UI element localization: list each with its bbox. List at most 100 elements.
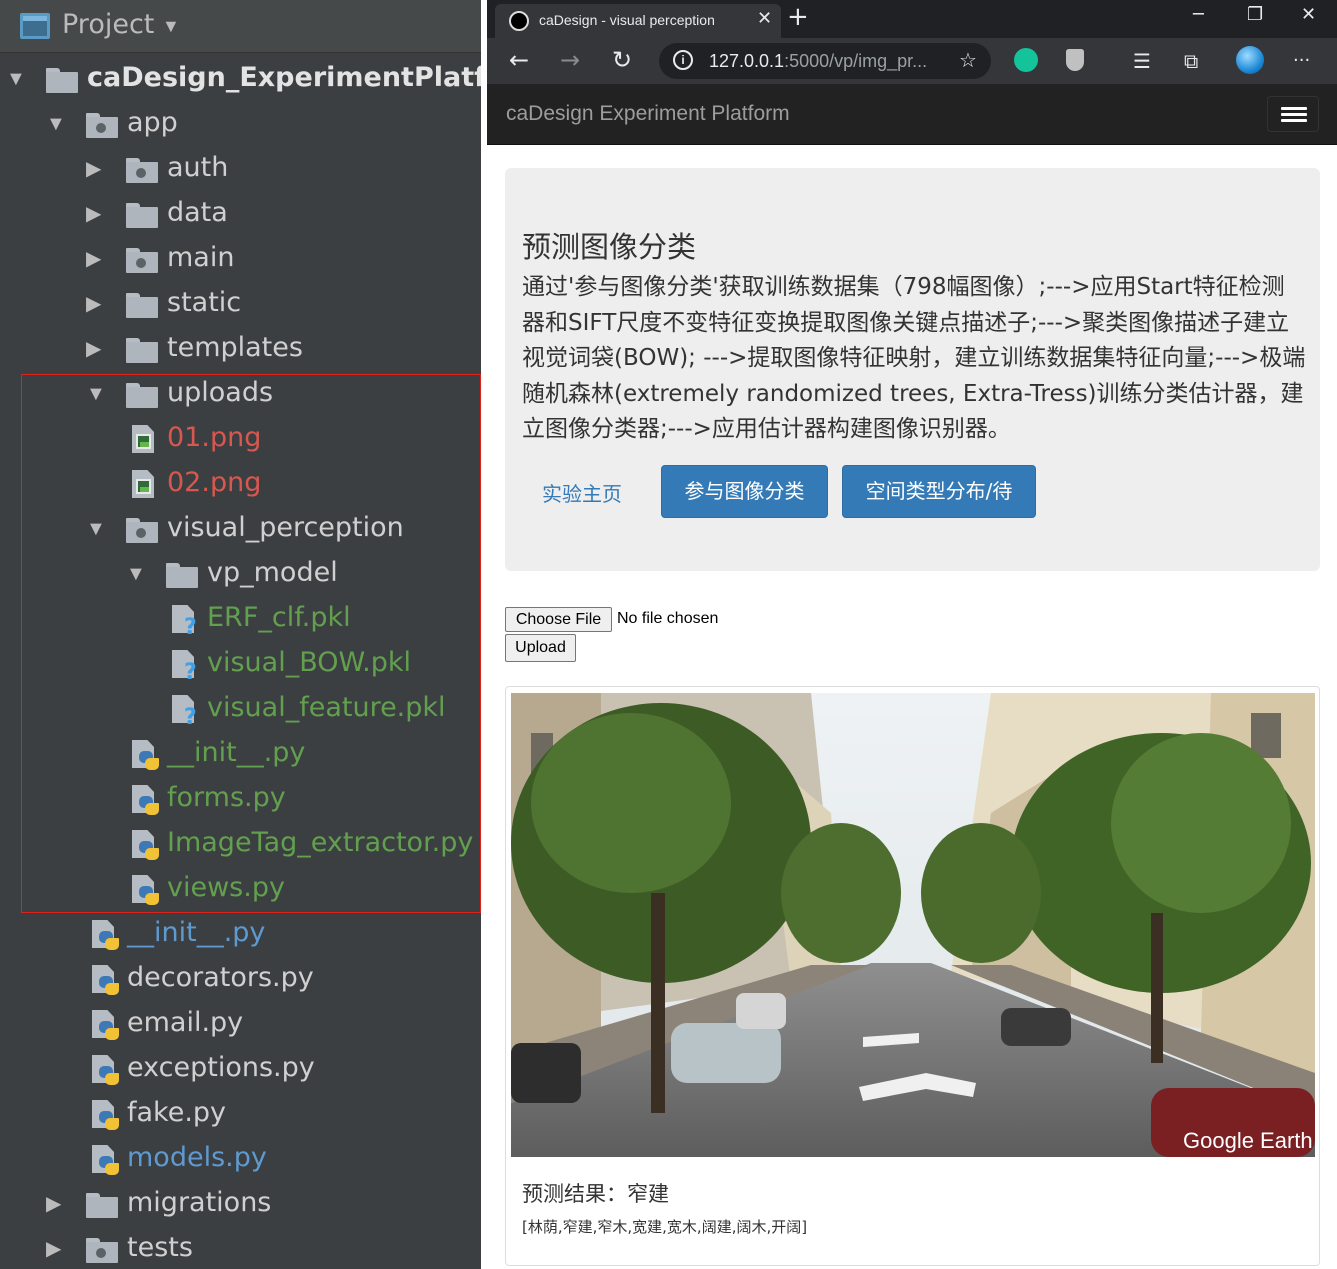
project-panel: Project ▼ ▼ caDesign_ExperimentPlatform ▼ a… — [0, 0, 481, 1269]
tree-item-label: static — [167, 287, 242, 318]
tree-item-label: models.py — [127, 1142, 267, 1173]
dropdown-arrow-icon[interactable]: ▼ — [162, 16, 180, 37]
profile-globe-icon[interactable] — [1236, 46, 1264, 74]
tree-item-label: caDesign_ExperimentPlatform — [87, 62, 481, 93]
minimize-icon[interactable]: ─ — [1193, 4, 1204, 25]
python-file-icon — [92, 920, 119, 950]
highlight-box — [21, 374, 481, 913]
collections-icon[interactable]: ⧉ — [1184, 49, 1198, 73]
folder-icon — [126, 203, 158, 228]
collapsed-arrow-icon[interactable]: ▶ — [86, 247, 106, 271]
method-description: 通过'参与图像分类'获取训练数据集（798幅图像）;--->应用Start特征检… — [522, 274, 1306, 442]
project-panel-header[interactable]: Project ▼ — [0, 0, 481, 53]
window-close-icon[interactable]: ✕ — [1301, 4, 1316, 25]
back-icon[interactable]: ← — [509, 46, 529, 74]
upload-button[interactable]: Upload — [505, 634, 576, 662]
address-bar[interactable]: i 127.0.0.1:5000/vp/img_pr... ☆ — [659, 43, 991, 79]
url-host: 127.0.0.1 — [709, 51, 785, 71]
collapsed-arrow-icon[interactable]: ▶ — [86, 337, 106, 361]
tree-item-label: exceptions.py — [127, 1052, 315, 1083]
browser-toolbar: ← → ↻ i 127.0.0.1:5000/vp/img_pr... ☆ ☰ … — [487, 38, 1337, 84]
reload-icon[interactable]: ↻ — [612, 46, 632, 74]
folder-icon — [46, 68, 78, 93]
page-heading: 预测图像分类 — [522, 230, 697, 264]
tree-item-label: migrations — [127, 1187, 272, 1218]
tab-strip: caDesign - visual perception ✕ + ─ ❐ ✕ — [487, 0, 1337, 38]
hamburger-bar-icon — [1281, 113, 1307, 116]
site-info-icon[interactable]: i — [673, 50, 693, 70]
tree-item-label: fake.py — [127, 1097, 227, 1128]
folder-icon — [86, 1193, 118, 1218]
package-folder-icon — [126, 158, 158, 183]
tree-item-label: email.py — [127, 1007, 244, 1038]
file-status-text: No file chosen — [617, 610, 719, 627]
intro-panel: 预测图像分类 通过'参与图像分类'获取训练数据集（798幅图像）;--->应用S… — [505, 168, 1320, 571]
new-tab-icon[interactable]: + — [787, 2, 809, 32]
favorites-icon[interactable]: ☰ — [1133, 49, 1151, 73]
url-path: :5000/vp/img_pr... — [784, 51, 928, 71]
tree-item[interactable]: fake.py — [0, 1092, 481, 1137]
uploaded-street-image: Google Earth — [511, 693, 1315, 1157]
browser-window: caDesign - visual perception ✕ + ─ ❐ ✕ ←… — [487, 0, 1337, 1269]
tree-item[interactable]: ▶ tests — [0, 1227, 481, 1269]
url-text: 127.0.0.1:5000/vp/img_pr... — [709, 51, 927, 72]
more-menu-icon[interactable]: ··· — [1293, 50, 1310, 71]
tree-item-label: auth — [167, 152, 229, 183]
folder-icon — [126, 338, 158, 363]
tree-item-label: main — [167, 242, 235, 273]
collapsed-arrow-icon[interactable]: ▶ — [86, 202, 106, 226]
site-favicon-icon — [509, 11, 529, 31]
tree-item-label: tests — [127, 1232, 193, 1263]
expanded-arrow-icon[interactable]: ▼ — [46, 112, 66, 136]
tree-item[interactable]: email.py — [0, 1002, 481, 1047]
browser-tab[interactable]: caDesign - visual perception ✕ — [495, 4, 781, 38]
project-view-title: Project — [62, 9, 155, 40]
class-label-list: [林荫,窄建,窄木,宽建,宽木,阔建,阔木,开阔] — [522, 1218, 808, 1236]
collapsed-arrow-icon[interactable]: ▶ — [46, 1192, 66, 1216]
shield-extension-icon[interactable] — [1066, 49, 1084, 71]
python-file-icon — [92, 1145, 119, 1175]
spatial-distribution-button[interactable]: 空间类型分布/待 — [842, 465, 1036, 518]
hamburger-bar-icon — [1281, 119, 1307, 122]
navbar-brand[interactable]: caDesign Experiment Platform — [506, 102, 790, 126]
tree-item[interactable]: ▶ main — [0, 237, 481, 282]
expanded-arrow-icon[interactable]: ▼ — [6, 67, 26, 91]
image-classify-button[interactable]: 参与图像分类 — [661, 465, 828, 518]
tree-item[interactable]: ▶ auth — [0, 147, 481, 192]
tree-item[interactable]: ▼ caDesign_ExperimentPlatform — [0, 57, 481, 102]
package-folder-icon — [126, 248, 158, 273]
python-file-icon — [92, 965, 119, 995]
grammarly-extension-icon[interactable] — [1014, 48, 1038, 72]
tree-item[interactable]: ▶ templates — [0, 327, 481, 372]
tree-item-label: __init__.py — [127, 917, 266, 948]
folder-icon — [126, 293, 158, 318]
tree-item[interactable]: models.py — [0, 1137, 481, 1182]
collapsed-arrow-icon[interactable]: ▶ — [86, 292, 106, 316]
street-scene-image: Google Earth — [511, 693, 1315, 1157]
restore-icon[interactable]: ❐ — [1247, 4, 1263, 25]
tree-item[interactable]: ▶ migrations — [0, 1182, 481, 1227]
navbar-toggle-button[interactable] — [1267, 96, 1319, 132]
bookmark-star-icon[interactable]: ☆ — [959, 48, 977, 73]
tab-close-icon[interactable]: ✕ — [757, 8, 772, 29]
python-file-icon — [92, 1055, 119, 1085]
tree-item[interactable]: exceptions.py — [0, 1047, 481, 1092]
collapsed-arrow-icon[interactable]: ▶ — [86, 157, 106, 181]
collapsed-arrow-icon[interactable]: ▶ — [46, 1237, 66, 1261]
project-view-icon — [20, 13, 50, 39]
tree-item[interactable]: ▶ data — [0, 192, 481, 237]
google-earth-watermark: Google Earth — [1183, 1128, 1313, 1153]
package-folder-icon — [86, 113, 118, 138]
tree-item[interactable]: decorators.py — [0, 957, 481, 1002]
tree-item[interactable]: __init__.py — [0, 912, 481, 957]
tab-title: caDesign - visual perception — [539, 12, 715, 28]
choose-file-button[interactable]: Choose File — [505, 607, 612, 632]
experiment-home-link[interactable]: 实验主页 — [542, 478, 622, 507]
forward-icon[interactable]: → — [560, 46, 580, 74]
tree-item-label: decorators.py — [127, 962, 314, 993]
tree-item[interactable]: ▼ app — [0, 102, 481, 147]
tree-item-label: templates — [167, 332, 303, 363]
python-file-icon — [92, 1100, 119, 1130]
app-navbar: caDesign Experiment Platform — [487, 84, 1337, 145]
tree-item[interactable]: ▶ static — [0, 282, 481, 327]
